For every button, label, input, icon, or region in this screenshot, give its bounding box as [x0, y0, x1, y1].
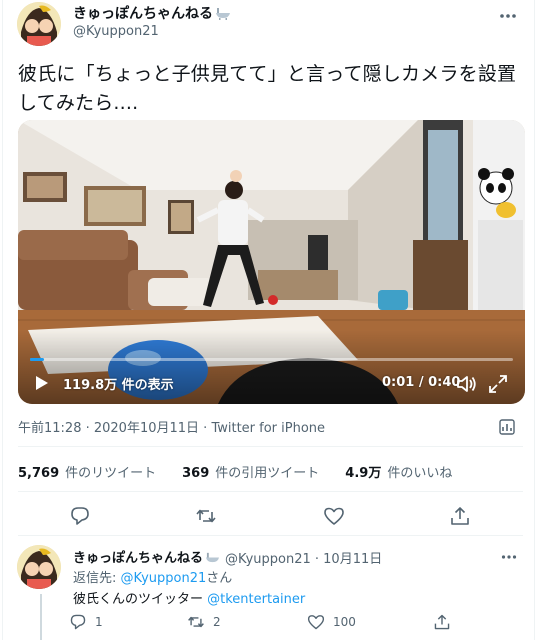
tweet-source[interactable]: Twitter for iPhone	[211, 421, 325, 436]
share-icon	[434, 614, 450, 630]
divider	[18, 535, 523, 536]
retweets-stat[interactable]: 5,769 件のリツイート	[18, 462, 156, 481]
engagement-stats: 5,769 件のリツイート 369 件の引用ツイート 4.9万 件のいいね	[18, 462, 478, 481]
like-icon[interactable]	[323, 505, 345, 527]
tweet-detail-column: きゅっぽんちゃんねる @Kyuppon21 彼氏に「ちょっと子供見てて」と言って…	[2, 0, 535, 640]
more-options-icon[interactable]	[500, 548, 518, 566]
retweet-icon	[188, 616, 204, 628]
reply-icon[interactable]	[69, 505, 91, 527]
like-icon	[307, 615, 325, 630]
video-progress-fill	[30, 358, 45, 361]
bathtub-icon	[205, 551, 220, 568]
divider	[18, 491, 523, 492]
reply-icon	[70, 614, 86, 630]
reply-handle-date[interactable]: @Kyuppon21 · 10月11日	[225, 548, 382, 567]
reply-to-mention[interactable]: @Kyuppon21	[121, 571, 207, 586]
reply-author-name[interactable]: きゅっぽんちゃんねる	[73, 547, 220, 568]
tweet-metadata: 午前11:28 · 2020年10月11日 · Twitter for iPho…	[18, 417, 325, 436]
tweet-timestamp[interactable]: 午前11:28 · 2020年10月11日 ·	[18, 421, 211, 436]
video-frame-image	[18, 120, 525, 404]
reply-text-mention[interactable]: @tkentertainer	[207, 592, 305, 607]
share-icon[interactable]	[449, 505, 471, 527]
reply-to-line: 返信先: @Kyuppon21さん	[73, 571, 233, 586]
author-name[interactable]: きゅっぽんちゃんねる	[73, 3, 231, 24]
more-options-icon[interactable]	[498, 6, 518, 26]
divider	[18, 446, 523, 447]
retweet-icon[interactable]	[195, 505, 217, 527]
thread-line	[40, 594, 42, 640]
likes-stat[interactable]: 4.9万 件のいいね	[345, 462, 452, 481]
reply-retweet-action[interactable]: 2	[187, 613, 221, 631]
reply-text: 彼氏くんのツイッター @tkentertainer	[73, 592, 306, 607]
bathtub-icon	[215, 6, 231, 24]
quotes-stat[interactable]: 369 件の引用ツイート	[182, 462, 319, 481]
video-view-count: 119.8万 件の表示	[63, 378, 174, 393]
video-player[interactable]: 119.8万 件の表示 0:01 / 0:40	[18, 120, 525, 404]
author-handle[interactable]: @Kyuppon21	[73, 24, 159, 39]
reply-reply-action[interactable]: 1	[69, 613, 103, 631]
video-progress-bar[interactable]	[30, 358, 513, 361]
tweet-text: 彼氏に「ちょっと子供見てて」と言って隠しカメラを設置してみたら....	[18, 63, 517, 114]
reply-like-action[interactable]: 100	[307, 613, 356, 631]
reply-share-action[interactable]	[433, 613, 451, 631]
reply-author-avatar[interactable]	[17, 545, 61, 589]
video-time: 0:01 / 0:40	[382, 375, 461, 390]
analytics-icon[interactable]	[498, 418, 516, 436]
author-avatar[interactable]	[17, 2, 61, 46]
